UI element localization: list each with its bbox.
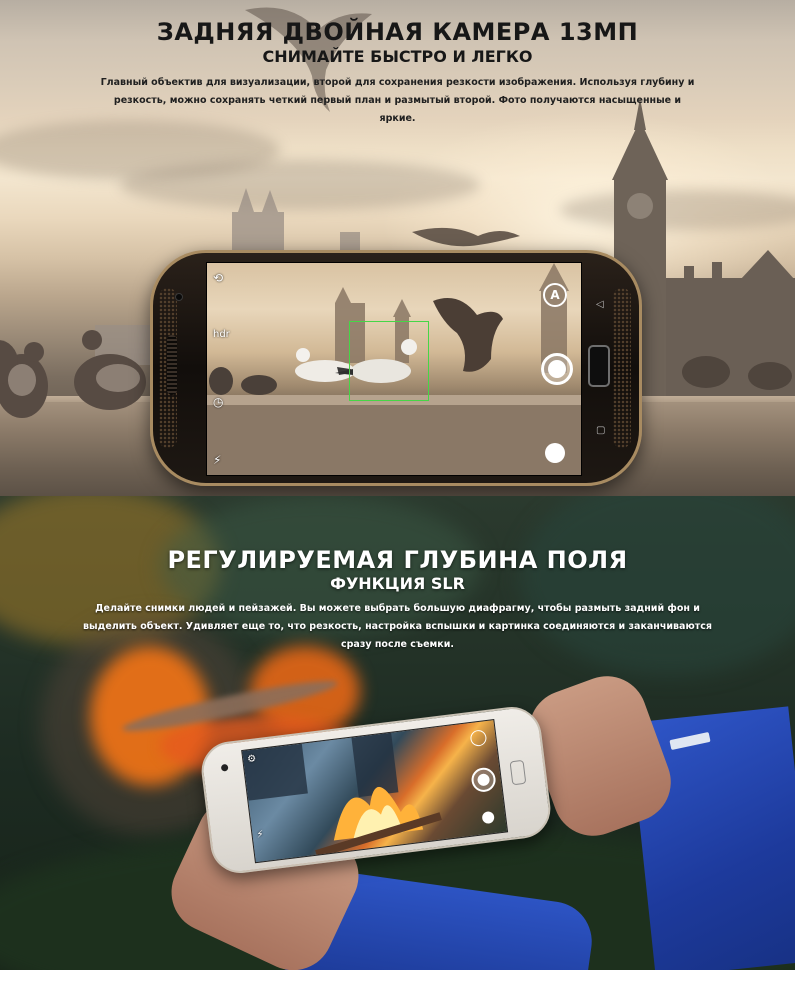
depth-subtitle: ФУНКЦИЯ SLR xyxy=(330,574,465,593)
recent-apps-icon[interactable]: ▢ xyxy=(596,425,605,436)
shutter-button[interactable] xyxy=(541,353,573,385)
camera-description: Главный объектив для визуализации, второ… xyxy=(100,77,695,124)
camera-subtitle: СНИМАЙТЕ БЫСТРО И ЛЕГКО xyxy=(262,47,533,66)
home-button[interactable] xyxy=(509,759,527,786)
camera-viewfinder-campfire[interactable]: ⚙ ⚡ xyxy=(241,719,509,864)
front-camera xyxy=(220,763,229,772)
phone-landscape-camera: ⟲ hdr ◷ ⚡ A ◁ ▢ xyxy=(150,250,642,486)
hdr-icon[interactable]: hdr xyxy=(213,329,230,340)
flash-off-icon[interactable]: ⚡ xyxy=(213,453,221,467)
depth-of-field-banner: ⚙ ⚡ РЕГУЛИРУЕМАЯ ГЛУБИНА ПОЛЯ ФУНКЦИЯ SL… xyxy=(0,496,795,970)
front-camera xyxy=(175,293,183,301)
gallery-thumbnail[interactable] xyxy=(541,439,569,467)
mode-button[interactable]: A xyxy=(543,283,567,307)
dual-camera-banner: ⟲ hdr ◷ ⚡ A ◁ ▢ ЗАДНЯЯ ДВОЙНАЯ КАМЕРА 13… xyxy=(0,0,795,496)
campfire-preview xyxy=(242,732,442,858)
home-button[interactable] xyxy=(588,345,610,387)
switch-camera-icon[interactable]: ⟲ xyxy=(213,271,223,285)
timer-icon[interactable]: ◷ xyxy=(213,395,223,409)
back-key-icon[interactable]: ◁ xyxy=(596,299,604,310)
depth-title: РЕГУЛИРУЕМАЯ ГЛУБИНА ПОЛЯ xyxy=(167,546,628,574)
settings-gear-icon[interactable]: ⚙ xyxy=(247,753,257,765)
depth-description: Делайте снимки людей и пейзажей. Вы може… xyxy=(83,603,712,650)
mode-label: A xyxy=(550,288,560,302)
flash-off-icon[interactable]: ⚡ xyxy=(256,829,264,841)
camera-viewfinder[interactable]: ⟲ hdr ◷ ⚡ A xyxy=(206,262,582,476)
earpiece-speaker xyxy=(167,335,177,395)
speaker-grille-right xyxy=(613,288,631,448)
autofocus-frame xyxy=(349,321,429,401)
camera-title: ЗАДНЯЯ ДВОЙНАЯ КАМЕРА 13МП xyxy=(156,18,639,46)
